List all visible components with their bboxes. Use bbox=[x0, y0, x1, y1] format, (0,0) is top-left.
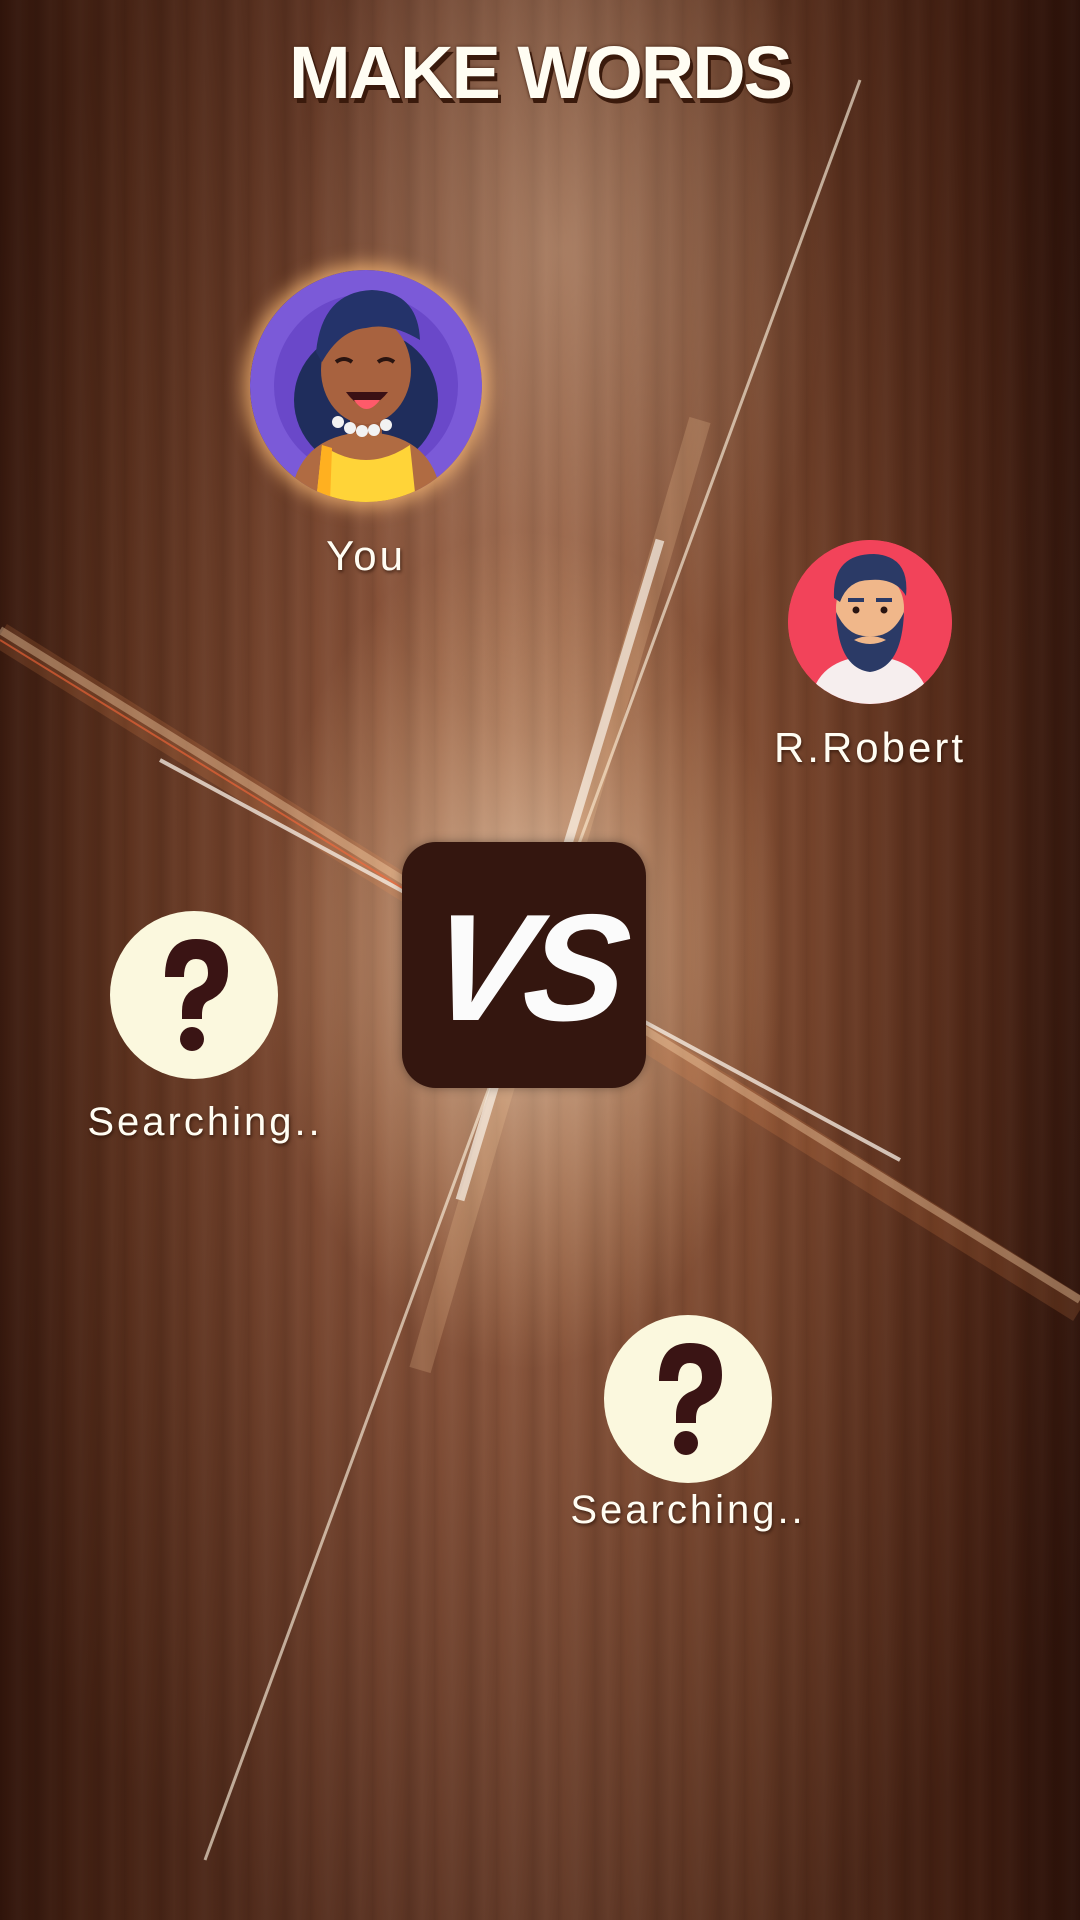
player-slot-left-status: Searching.. bbox=[87, 1100, 323, 1144]
player-slot-bottom bbox=[604, 1315, 772, 1483]
player-slot-left bbox=[110, 911, 278, 1079]
bearded-man-avatar-icon bbox=[788, 540, 952, 704]
player-name-you: You bbox=[326, 532, 406, 579]
versus-label: VS bbox=[419, 884, 639, 1053]
versus-badge: VS bbox=[402, 842, 646, 1088]
player-name-opponent: R.Robert bbox=[773, 724, 967, 771]
game-title: MAKE WORDS bbox=[288, 31, 793, 114]
svg-text:VS: VS bbox=[419, 884, 639, 1053]
player-avatar-you[interactable] bbox=[250, 270, 482, 502]
question-mark-icon bbox=[165, 939, 228, 1051]
player-avatar-opponent[interactable] bbox=[788, 540, 952, 704]
player-slot-bottom-status: Searching.. bbox=[570, 1488, 806, 1532]
woman-avatar-icon bbox=[250, 270, 482, 502]
question-mark-icon bbox=[659, 1343, 722, 1455]
